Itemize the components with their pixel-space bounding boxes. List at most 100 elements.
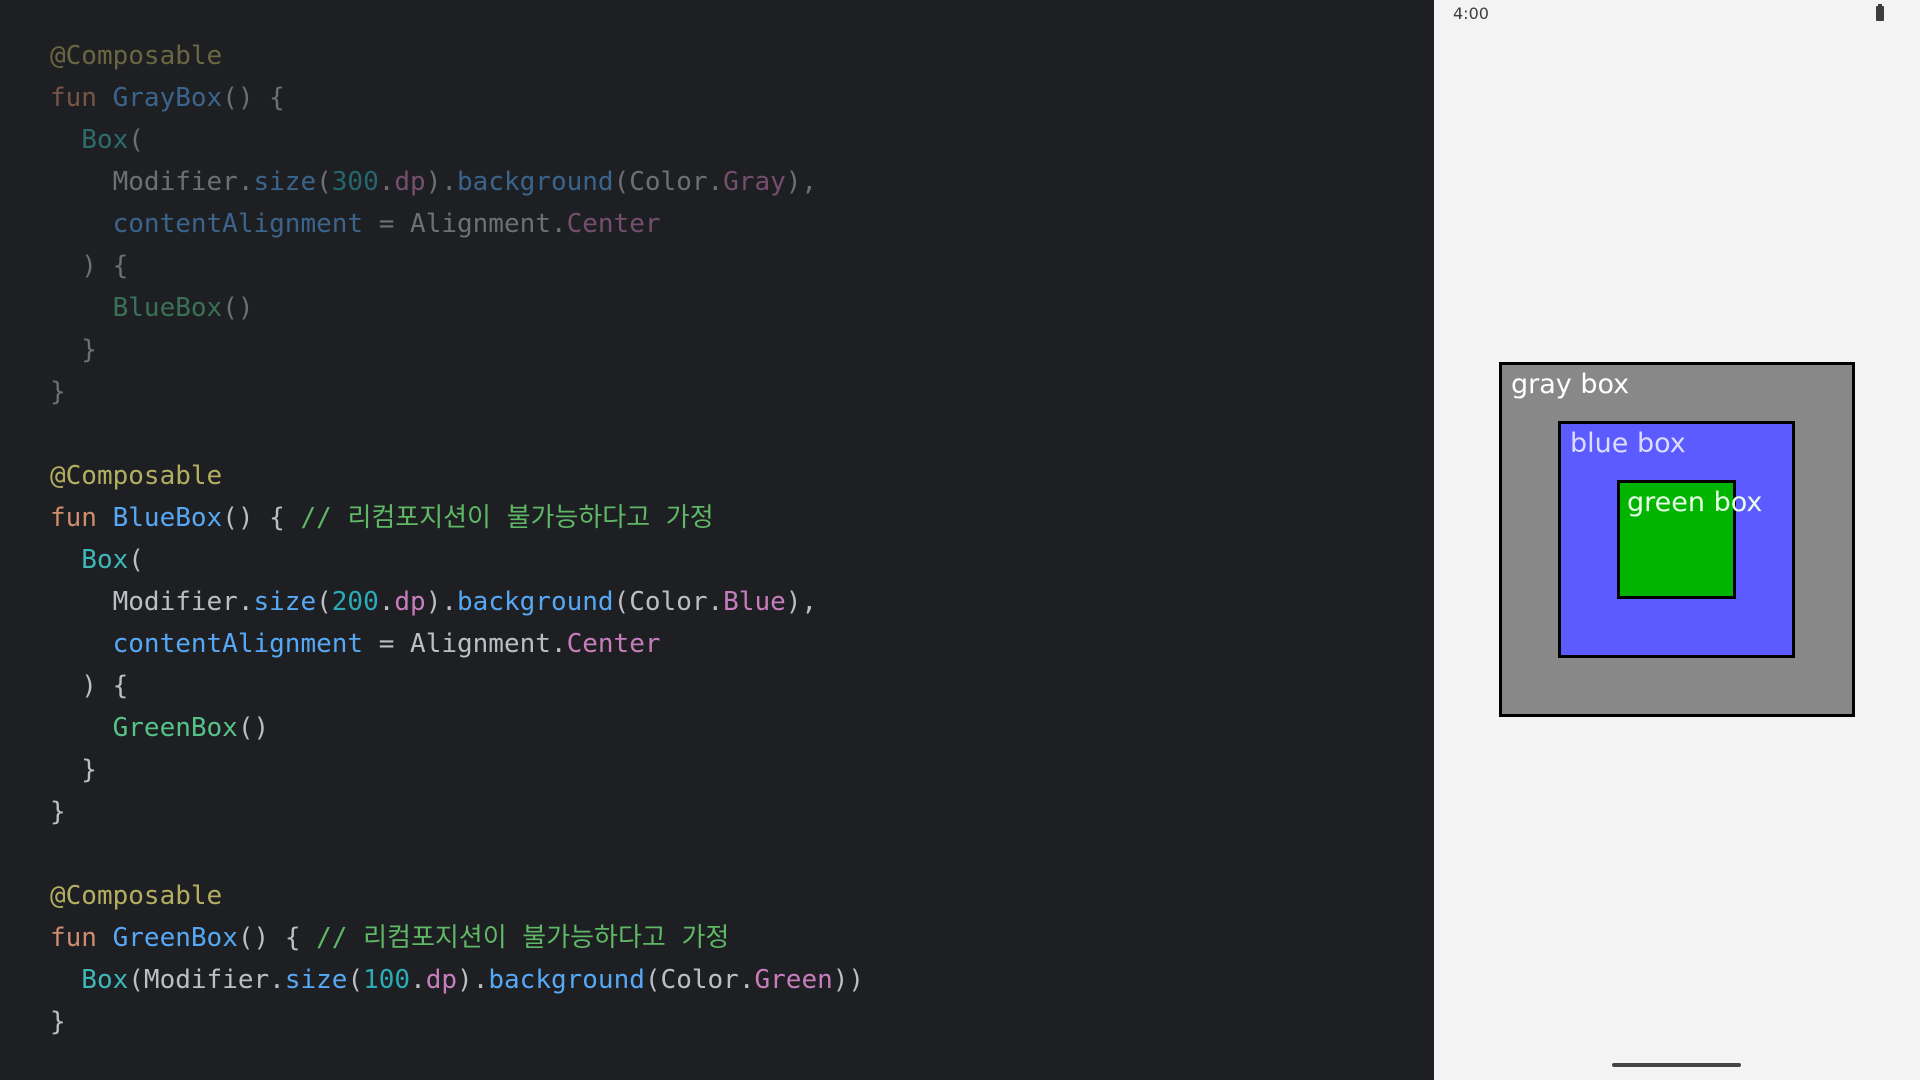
code-token: Box <box>50 125 129 155</box>
code-token: } <box>50 755 97 785</box>
code-token: dp <box>394 587 426 617</box>
code-token: () { <box>222 83 285 113</box>
status-bar-time: 4:00 <box>1453 4 1489 23</box>
home-indicator[interactable] <box>1612 1063 1741 1067</box>
code-line: } <box>50 371 864 413</box>
code-token: GrayBox <box>112 83 223 113</box>
code-token: fun <box>50 83 113 113</box>
code-token: } <box>50 377 66 407</box>
code-token: } <box>50 797 66 827</box>
code-token: = Alignment. <box>363 209 567 239</box>
code-token: (Color. <box>613 587 724 617</box>
code-line: contentAlignment = Alignment.Center <box>50 203 864 245</box>
code-line: ) { <box>50 665 864 707</box>
code-token: contentAlignment <box>50 209 364 239</box>
gray-box-label: gray box <box>1511 369 1630 400</box>
code-comment: // 리컴포지션이 불가능하다고 가정 <box>316 923 730 953</box>
code-line: } <box>50 329 864 371</box>
code-token: (Color. <box>644 965 755 995</box>
code-token: Center <box>566 629 661 659</box>
code-line: fun GrayBox() { <box>50 77 864 119</box>
code-line: fun GreenBox() { // 리컴포지션이 불가능하다고 가정 <box>50 917 864 959</box>
code-token: ). <box>425 167 458 197</box>
code-listing: @Composable fun GrayBox() { Box( Modifier… <box>50 35 864 1043</box>
green-box-label: green box <box>1627 487 1763 518</box>
code-token: @Composable <box>50 461 223 491</box>
code-token: ), <box>785 167 818 197</box>
code-line: contentAlignment = Alignment.Center <box>50 623 864 665</box>
code-line: Box( <box>50 539 864 581</box>
code-token: @Composable <box>50 41 223 71</box>
code-line: Box(Modifier.size(100.dp).background(Col… <box>50 959 864 1001</box>
code-token: BlueBox <box>112 503 223 533</box>
emulator-screen: 4:00 gray box blue box green box <box>1434 0 1920 1080</box>
code-token: Gray <box>723 167 786 197</box>
code-token: . <box>378 167 395 197</box>
code-token: ). <box>457 965 489 995</box>
code-token: () { <box>222 503 301 533</box>
code-token: fun <box>50 503 113 533</box>
code-token: Box <box>50 965 129 995</box>
code-token: ). <box>425 587 458 617</box>
code-token: ) { <box>50 671 129 701</box>
code-token: dp <box>425 965 458 995</box>
code-token: ), <box>785 587 818 617</box>
code-token: ) { <box>50 251 129 281</box>
code-comment: // 리컴포지션이 불가능하다고 가정 <box>300 503 714 533</box>
code-line: @Composable <box>50 455 864 497</box>
code-token: Green <box>754 965 833 995</box>
code-token: size <box>253 587 317 617</box>
code-line: } <box>50 791 864 833</box>
code-token: ( <box>316 587 332 617</box>
code-line: Modifier.size(300.dp).background(Color.G… <box>50 161 864 203</box>
code-token: 200 <box>331 587 379 617</box>
code-token: )) <box>832 965 865 995</box>
code-line: } <box>50 1001 864 1043</box>
code-token: background <box>457 167 614 197</box>
code-token: Modifier. <box>50 167 254 197</box>
code-line: fun BlueBox() { // 리컴포지션이 불가능하다고 가정 <box>50 497 864 539</box>
code-token: (Modifier. <box>128 965 285 995</box>
code-token: Modifier. <box>50 587 254 617</box>
code-token: GreenBox <box>112 923 238 953</box>
code-token: . <box>378 587 395 617</box>
code-token: 300 <box>331 167 379 197</box>
code-token: contentAlignment <box>50 629 364 659</box>
code-token: } <box>50 335 97 365</box>
code-token: . <box>410 965 426 995</box>
code-line: ) { <box>50 245 864 287</box>
battery-icon <box>1876 4 1884 21</box>
code-line: GreenBox() <box>50 707 864 749</box>
code-token: () { <box>237 923 317 953</box>
code-token: BlueBox <box>50 293 223 323</box>
code-line: @Composable <box>50 875 864 917</box>
code-token: 100 <box>363 965 411 995</box>
code-token: @Composable <box>50 881 223 911</box>
code-token: ( <box>128 545 144 575</box>
code-token: fun <box>50 923 113 953</box>
code-token: Center <box>566 209 661 239</box>
code-token: Box <box>50 545 129 575</box>
code-token: ( <box>347 965 364 995</box>
code-token: = Alignment. <box>363 629 567 659</box>
green-box: green box <box>1617 480 1762 599</box>
code-token: () <box>222 293 254 323</box>
code-line: @Composable <box>50 35 864 77</box>
code-line: Box( <box>50 119 864 161</box>
blue-box-label: blue box <box>1570 428 1686 459</box>
code-token: dp <box>394 167 426 197</box>
code-token: background <box>457 587 614 617</box>
code-token: (Color. <box>613 167 724 197</box>
code-token: GreenBox <box>50 713 238 743</box>
code-editor-pane: @Composable fun GrayBox() { Box( Modifier… <box>0 0 1434 1080</box>
code-line: } <box>50 749 864 791</box>
code-token: background <box>488 965 645 995</box>
code-token: size <box>253 167 317 197</box>
code-token: } <box>50 1007 66 1037</box>
code-token: ( <box>316 167 332 197</box>
code-token: Blue <box>723 587 786 617</box>
code-token: size <box>284 965 348 995</box>
code-line: Modifier.size(200.dp).background(Color.B… <box>50 581 864 623</box>
